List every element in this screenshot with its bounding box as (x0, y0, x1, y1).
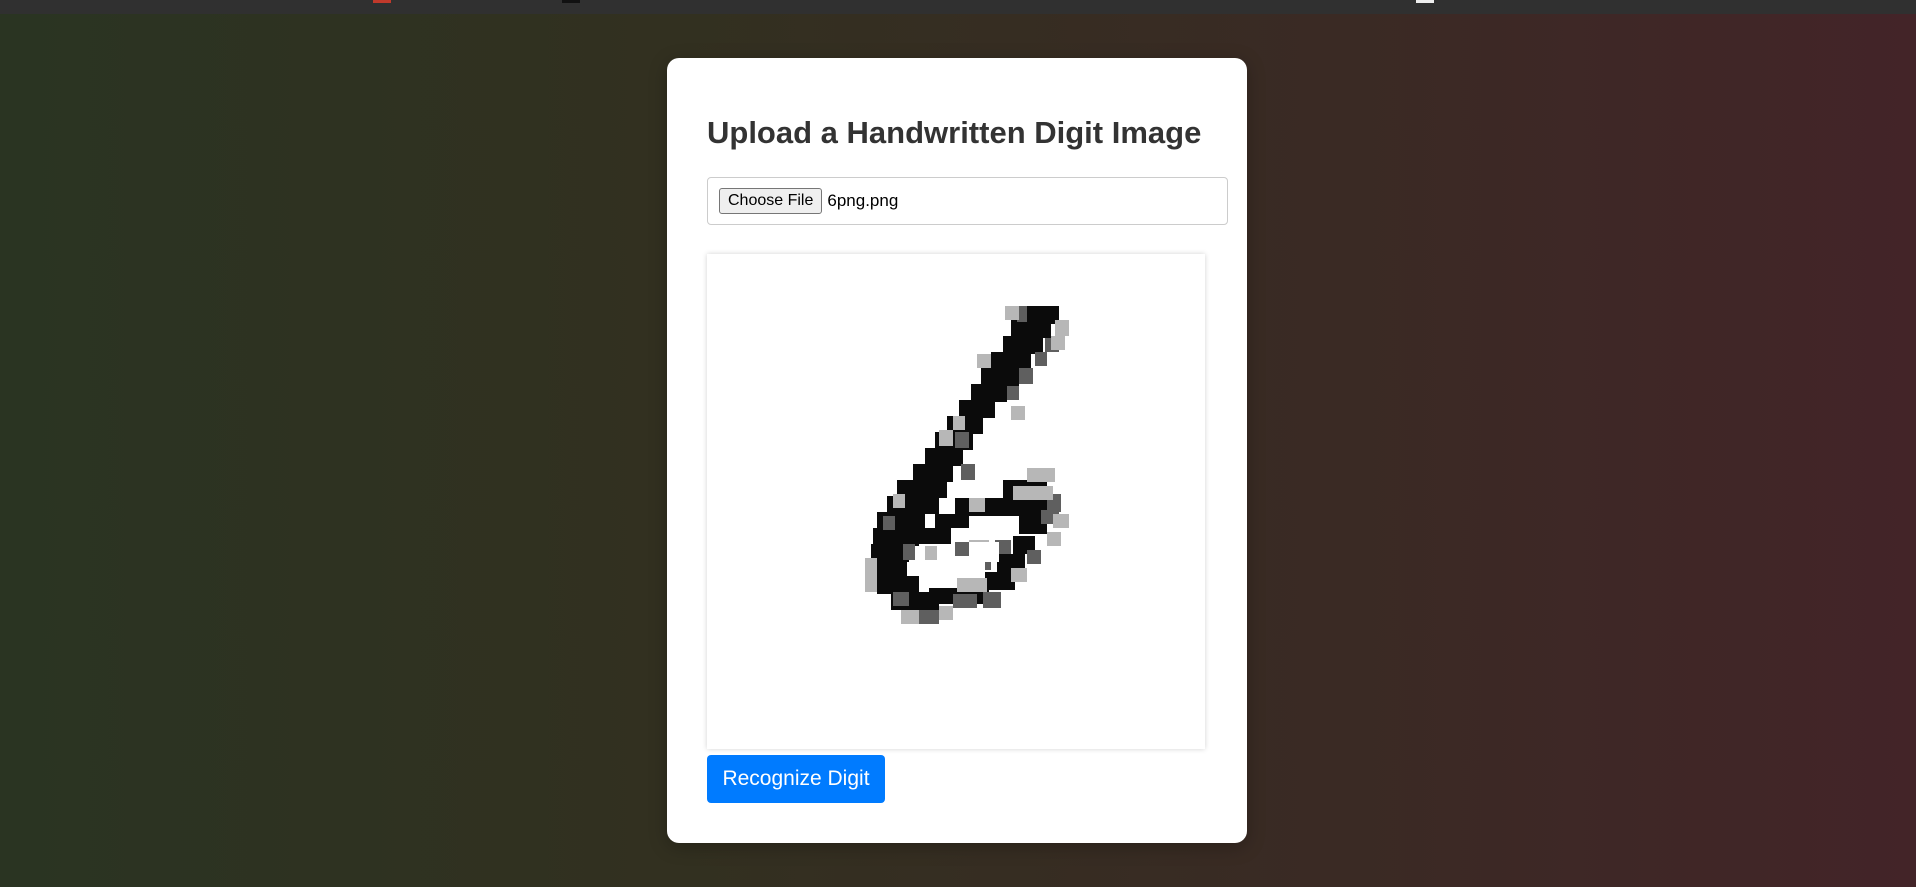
recognize-digit-button[interactable]: Recognize Digit (707, 755, 885, 803)
handwritten-digit-six-image (865, 306, 1069, 624)
tab-favicon (373, 0, 391, 3)
file-upload-input[interactable]: Choose File 6png.png (707, 177, 1228, 225)
choose-file-button[interactable]: Choose File (719, 188, 823, 214)
tab-favicon (562, 0, 580, 3)
selected-file-name: 6png.png (827, 191, 899, 210)
image-preview (707, 254, 1205, 749)
browser-top-strip (0, 0, 1916, 14)
tab-favicon (1416, 0, 1434, 3)
upload-card: Upload a Handwritten Digit Image Choose … (667, 58, 1247, 843)
page-title: Upload a Handwritten Digit Image (707, 115, 1202, 150)
